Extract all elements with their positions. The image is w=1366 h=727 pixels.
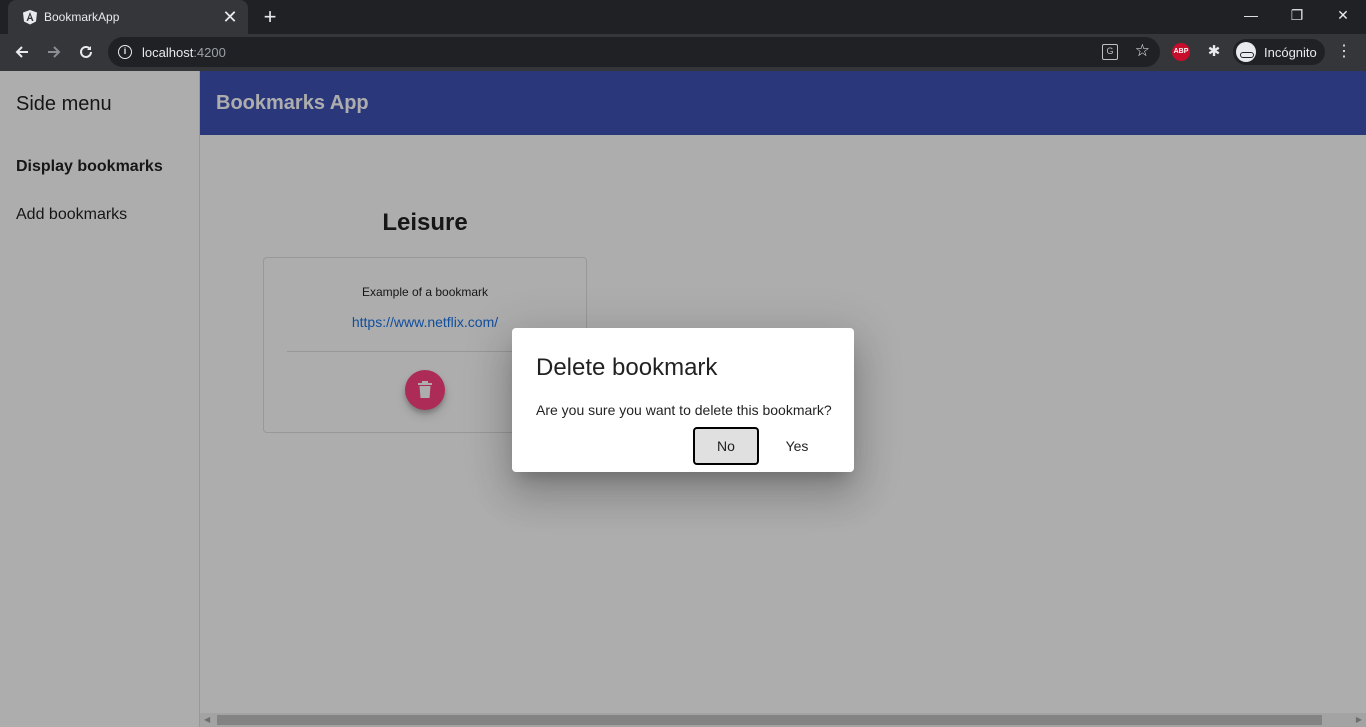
incognito-profile-button[interactable]: Incógnito [1233, 39, 1325, 65]
bookmark-star-icon[interactable]: ☆ [1135, 41, 1150, 61]
forward-icon[interactable] [40, 38, 68, 66]
translate-icon[interactable]: G [1102, 44, 1118, 60]
dialog-title: Delete bookmark [536, 354, 718, 381]
extensions-puzzle-icon[interactable]: ✱ [1204, 42, 1224, 62]
window-close-button[interactable]: ✕ [1320, 0, 1366, 30]
minimize-button[interactable]: — [1228, 0, 1274, 30]
profile-label: Incógnito [1264, 45, 1317, 60]
browser-menu-icon[interactable]: ⋮ [1334, 40, 1354, 64]
dialog-message: Are you sure you want to delete this boo… [536, 402, 832, 418]
reload-icon[interactable] [72, 38, 100, 66]
url-text: localhost:4200 [142, 45, 226, 60]
back-icon[interactable] [8, 38, 36, 66]
delete-bookmark-dialog: Delete bookmark Are you sure you want to… [512, 328, 854, 472]
site-info-icon[interactable]: i [118, 45, 132, 59]
no-button[interactable]: No [693, 427, 759, 465]
angular-logo-icon [23, 10, 37, 25]
browser-tab[interactable]: BookmarkApp ✕ [8, 0, 248, 34]
restore-button[interactable]: ❐ [1274, 0, 1320, 30]
new-tab-button[interactable]: + [258, 5, 282, 29]
adblock-extension-icon[interactable]: ABP [1172, 43, 1190, 61]
yes-button[interactable]: Yes [764, 427, 830, 465]
browser-toolbar: i localhost:4200 G ☆ [0, 34, 1366, 71]
incognito-icon [1236, 42, 1256, 62]
address-bar[interactable]: i localhost:4200 G ☆ [108, 37, 1160, 67]
browser-tab-bar: BookmarkApp ✕ + — ❐ ✕ [0, 0, 1366, 34]
tab-title: BookmarkApp [44, 10, 120, 24]
tab-close-icon[interactable]: ✕ [218, 5, 242, 29]
